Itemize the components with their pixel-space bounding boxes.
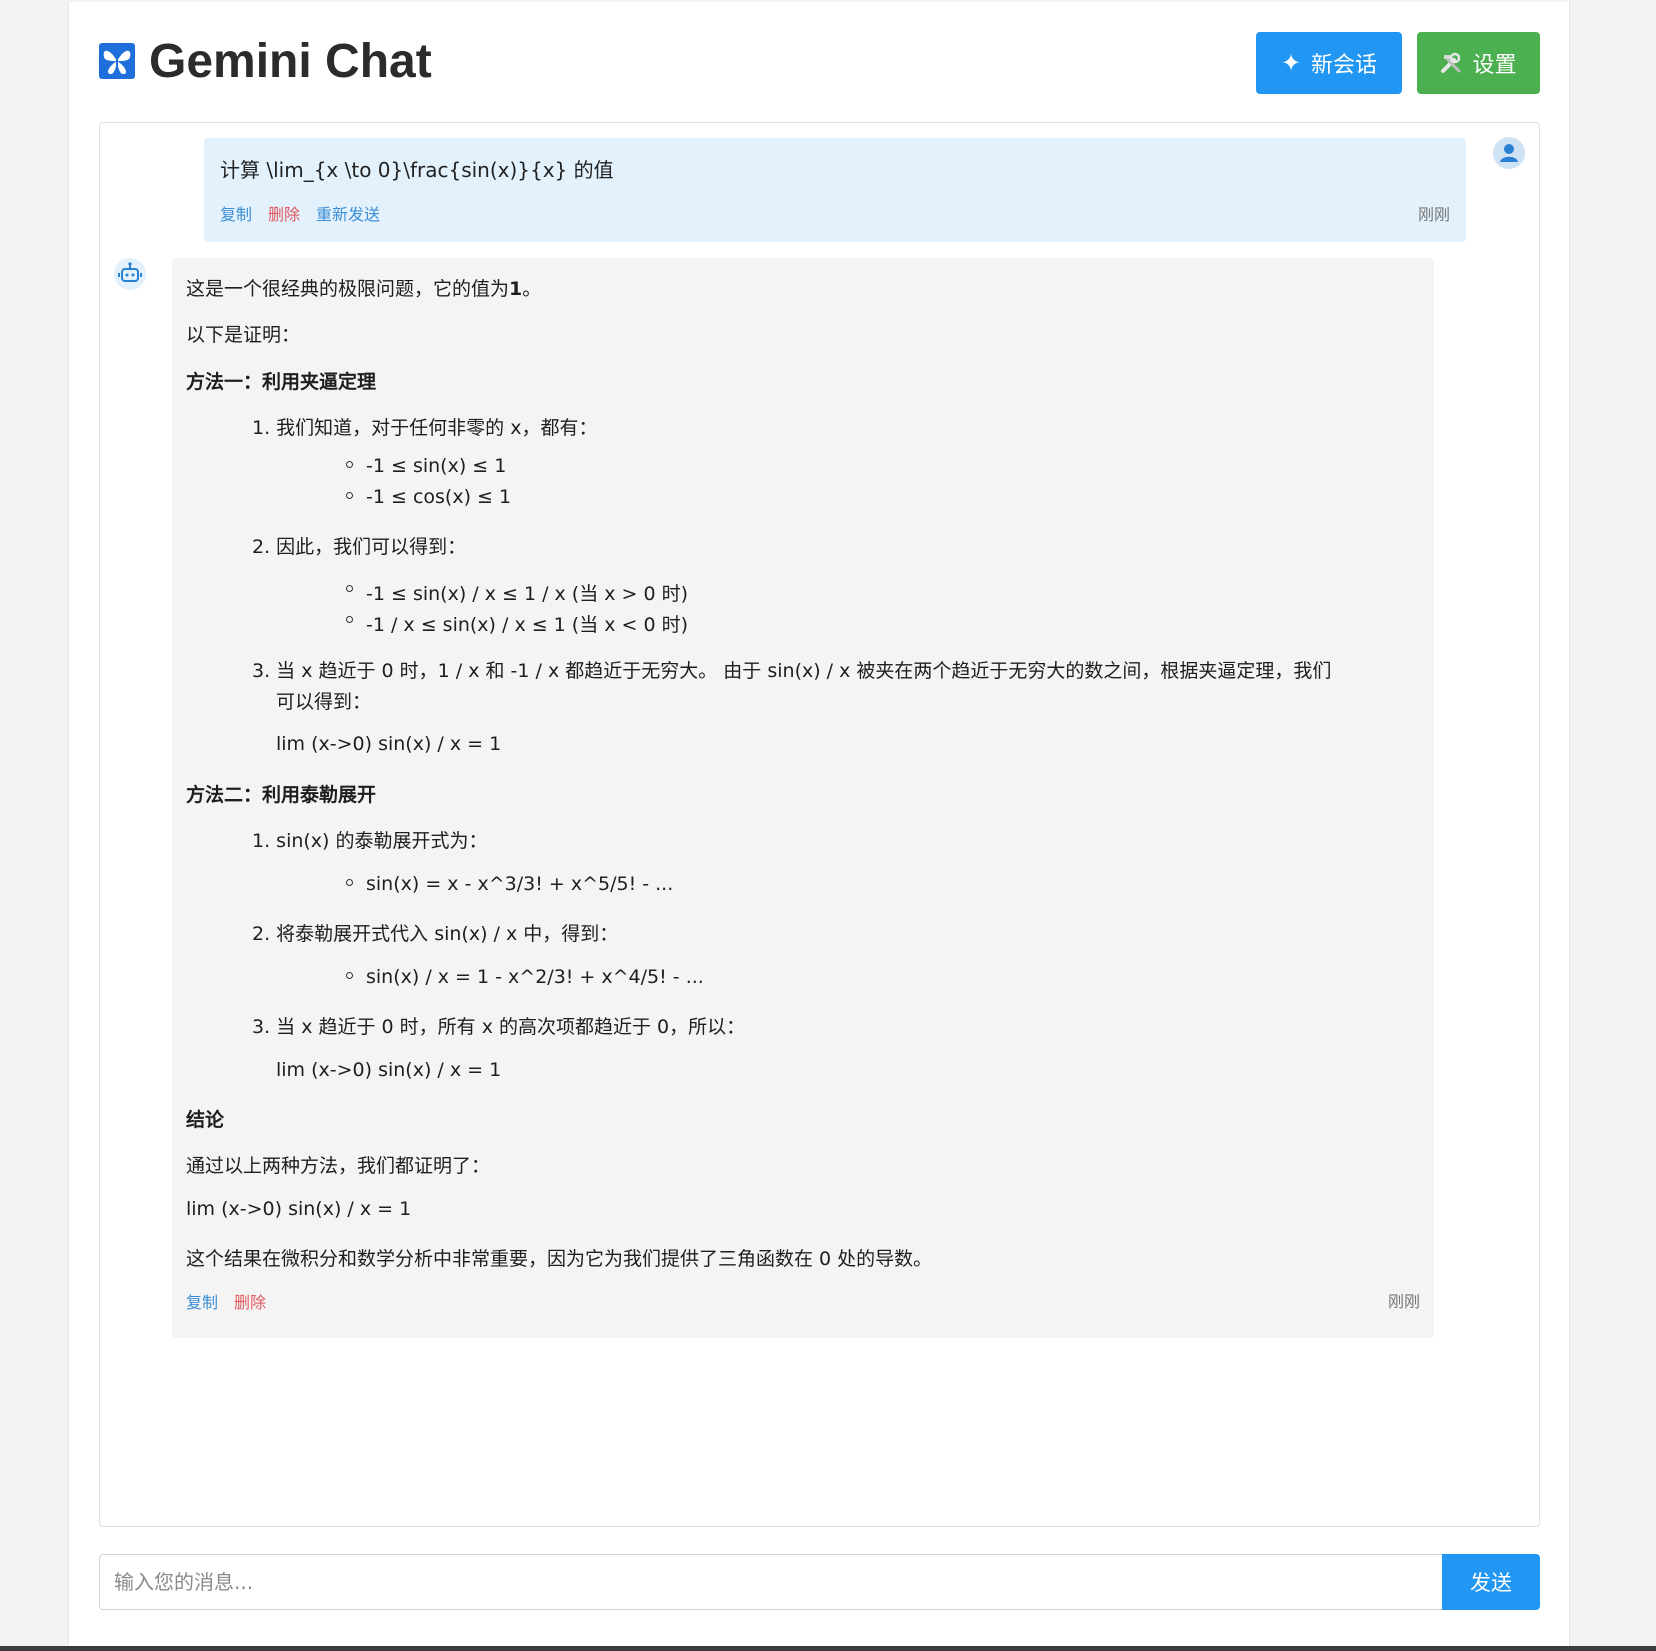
method2-step2: 2. 将泰勒展开式代入 sin(x) / x 中，得到： [252, 923, 619, 945]
method1-step1-text: 我们知道，对于任何非零的 x，都有： [276, 417, 598, 439]
user-avatar-icon [1493, 137, 1525, 169]
conclusion-text: 通过以上两种方法，我们都证明了： [186, 1155, 491, 1177]
bot-message-actions: 复制 删除 [186, 1289, 266, 1313]
intro-text: 这是一个很经典的极限问题，它的值为 [186, 278, 510, 300]
robot-avatar-icon [114, 258, 146, 290]
user-message-actions: 复制 删除 重新发送 [220, 201, 380, 225]
bot-message: 这是一个很经典的极限问题，它的值为1。 以下是证明： 方法一：利用夹逼定理 1.… [172, 258, 1434, 1338]
method1-step3: 3. 当 x 趋近于 0 时，1 / x 和 -1 / x 都趋近于无穷大。 由… [252, 660, 1332, 682]
method1-step1: 1. 我们知道，对于任何非零的 x，都有： [252, 417, 598, 439]
method1-heading: 方法一：利用夹逼定理 [186, 371, 377, 393]
bottom-edge [0, 1646, 1656, 1651]
method1-step2: 2. 因此，我们可以得到： [252, 536, 467, 558]
intro-value: 1 [509, 278, 523, 300]
conclusion-closing: 这个结果在微积分和数学分析中非常重要，因为它为我们提供了三角函数在 0 处的导数… [186, 1248, 933, 1270]
tools-icon [1441, 52, 1461, 73]
delete-button[interactable]: 删除 [234, 1289, 266, 1313]
method1-step1-bullet-1: -1 ≤ sin(x) ≤ 1 [366, 455, 507, 477]
method1-step3-text: 当 x 趋近于 0 时，1 / x 和 -1 / x 都趋近于无穷大。 由于 s… [276, 660, 1332, 682]
resend-button[interactable]: 重新发送 [316, 201, 380, 225]
new-chat-label: 新会话 [1311, 53, 1378, 78]
app-container: Gemini Chat ✦ 新会话 设置 计算 \lim_{x \to 0}\f… [68, 2, 1570, 1648]
message-input-row: 发送 [99, 1554, 1540, 1610]
bullet-icon [346, 461, 353, 468]
app-title: Gemini Chat [149, 35, 432, 88]
bullet-icon [346, 879, 353, 886]
method1-step2-text: 因此，我们可以得到： [276, 536, 467, 558]
intro-end: 。 [522, 278, 542, 300]
method1-step2-bullet-2: -1 / x ≤ sin(x) / x ≤ 1 (当 x < 0 时) [366, 614, 689, 636]
user-message-timestamp: 刚刚 [1417, 205, 1450, 224]
bullet-icon [346, 585, 353, 592]
method1-step3-cont: 可以得到： [276, 691, 372, 713]
method1-step1-bullet-2: -1 ≤ cos(x) ≤ 1 [366, 486, 512, 508]
method1-step2-bullet-1: -1 ≤ sin(x) / x ≤ 1 / x (当 x > 0 时) [366, 583, 689, 605]
method2-heading: 方法二：利用泰勒展开 [186, 784, 377, 806]
method2-step2-bullet-1: sin(x) / x = 1 - x^2/3! + x^4/5! - ... [366, 966, 704, 988]
method2-result: lim (x->0) sin(x) / x = 1 [276, 1059, 502, 1081]
method2-step1-text: sin(x) 的泰勒展开式为： [276, 830, 488, 852]
settings-label: 设置 [1472, 53, 1517, 78]
bullet-icon [346, 972, 353, 979]
method2-step3-text: 当 x 趋近于 0 时，所有 x 的高次项都趋近于 0，所以： [276, 1016, 746, 1038]
bullet-icon [346, 492, 353, 499]
send-button[interactable]: 发送 [1442, 1554, 1540, 1610]
delete-button[interactable]: 删除 [268, 201, 300, 225]
user-message: 计算 \lim_{x \to 0}\frac{sin(x)}{x} 的值 复制 … [204, 138, 1466, 242]
method2-step2-text: 将泰勒展开式代入 sin(x) / x 中，得到： [276, 923, 619, 945]
copy-button[interactable]: 复制 [220, 201, 252, 225]
bot-message-timestamp: 刚刚 [1387, 1292, 1420, 1311]
new-chat-button[interactable]: ✦ 新会话 [1256, 32, 1402, 94]
intro-line: 这是一个很经典的极限问题，它的值为1。 [186, 274, 541, 301]
user-message-text: 计算 \lim_{x \to 0}\frac{sin(x)}{x} 的值 [220, 158, 614, 182]
conclusion-result: lim (x->0) sin(x) / x = 1 [186, 1198, 412, 1220]
butterfly-logo-icon [99, 43, 135, 79]
method1-result: lim (x->0) sin(x) / x = 1 [276, 733, 502, 755]
method2-step3: 3. 当 x 趋近于 0 时，所有 x 的高次项都趋近于 0，所以： [252, 1016, 746, 1038]
settings-button[interactable]: 设置 [1417, 32, 1540, 94]
proof-label: 以下是证明： [186, 324, 301, 346]
bullet-icon [346, 616, 353, 623]
method2-step1: 1. sin(x) 的泰勒展开式为： [252, 830, 488, 852]
message-input[interactable] [99, 1554, 1442, 1610]
chat-history[interactable]: 计算 \lim_{x \to 0}\frac{sin(x)}{x} 的值 复制 … [99, 122, 1540, 1527]
method2-step1-bullet-1: sin(x) = x - x^3/3! + x^5/5! - ... [366, 873, 674, 895]
copy-button[interactable]: 复制 [186, 1289, 218, 1313]
sparkle-icon: ✦ [1280, 49, 1302, 77]
conclusion-heading: 结论 [186, 1109, 225, 1131]
header: Gemini Chat ✦ 新会话 设置 [99, 32, 1540, 94]
